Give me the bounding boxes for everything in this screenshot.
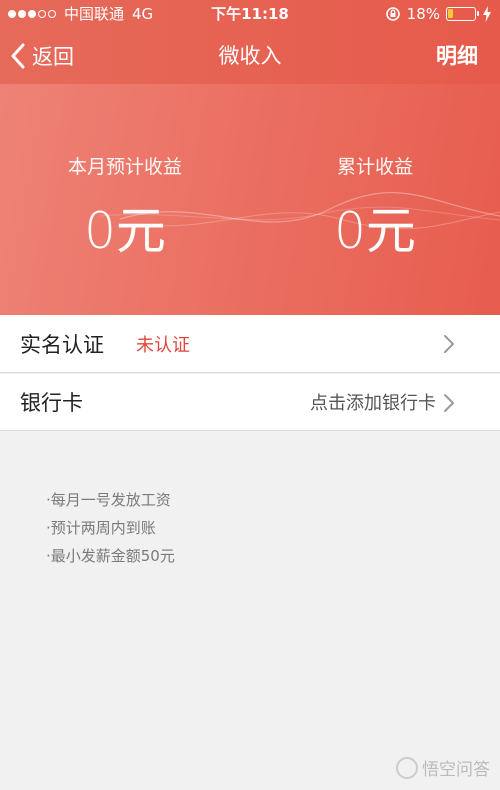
watermark-logo-icon [396,756,418,779]
monthly-estimate-value: 0元 [84,202,166,260]
charging-bolt-icon [483,6,491,22]
real-name-verification-row[interactable]: 实名认证 未认证 [0,315,500,373]
note-item: ·每月一号发放工资 [46,491,171,509]
bank-card-title: 银行卡 [20,391,83,415]
battery-icon [446,7,479,21]
chevron-right-icon [444,335,454,353]
battery-fill [448,9,453,18]
chevron-right-icon [444,394,454,412]
rotation-lock-icon [385,7,400,21]
note-item: ·预计两周内到账 [46,519,156,537]
monthly-estimate-label: 本月预计收益 [67,156,182,178]
note-item: ·最小发薪金额50元 [46,547,175,565]
top-bar: 中国联通 4G 下午11:18 18% 返回 微收入 明细 [0,0,500,84]
navigation-bar: 返回 微收入 明细 [0,28,500,84]
earnings-summary: 本月预计收益 0元 累计收益 0元 [0,84,500,315]
watermark: 悟空问答 [396,755,490,780]
battery-percent: 18% [406,5,440,23]
detail-button[interactable]: 明细 [436,28,478,84]
total-earnings: 累计收益 0元 [250,152,500,261]
status-bar: 中国联通 4G 下午11:18 18% [0,0,500,28]
total-earnings-label: 累计收益 [336,156,413,178]
verification-status: 未认证 [136,334,190,356]
payout-notes: ·每月一号发放工资 ·预计两周内到账 ·最小发薪金额50元 [46,486,175,570]
total-earnings-value: 0元 [334,202,416,260]
bank-card-row[interactable]: 银行卡 点击添加银行卡 [0,374,500,431]
monthly-estimate: 本月预计收益 0元 [0,152,250,261]
page-title: 微收入 [218,44,282,68]
status-right: 18% [385,0,492,28]
add-bank-card-link: 点击添加银行卡 [310,393,436,414]
real-name-verification-title: 实名认证 [20,332,104,357]
watermark-text: 悟空问答 [422,760,490,780]
